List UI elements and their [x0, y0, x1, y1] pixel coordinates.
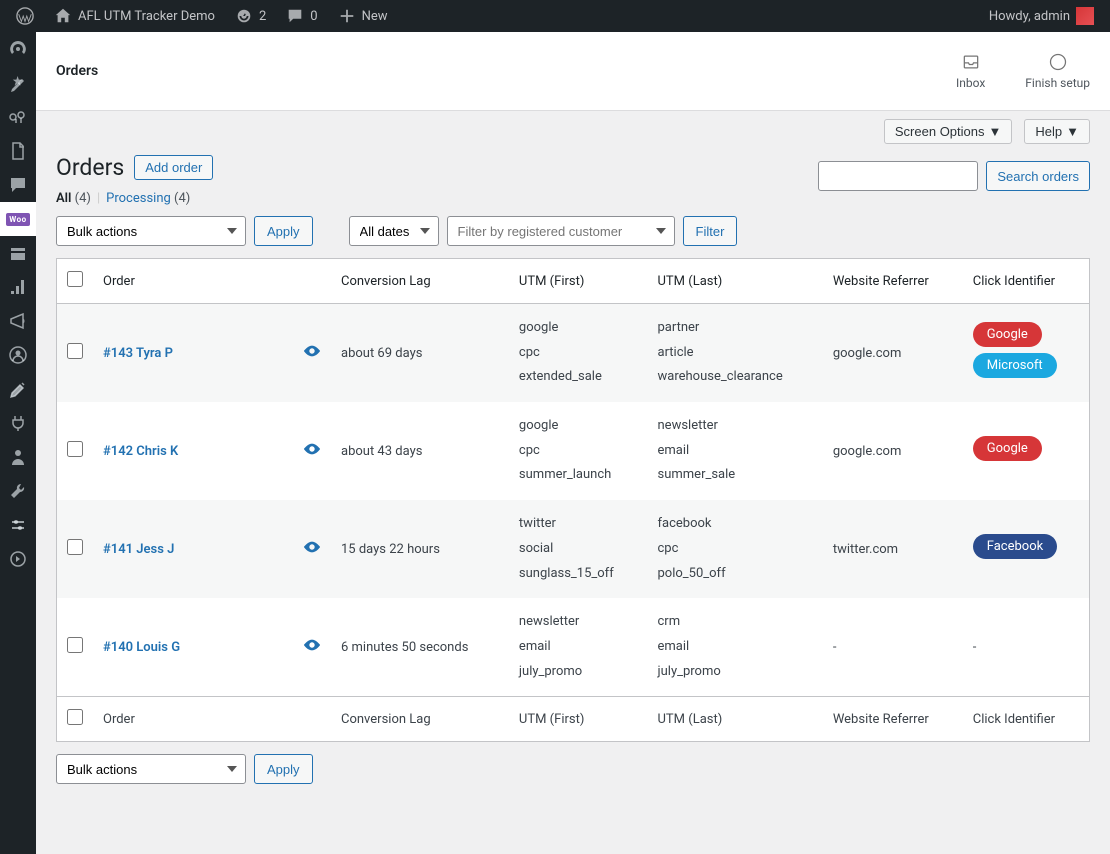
wp-logo[interactable] — [8, 0, 42, 32]
page-title: Orders — [56, 154, 124, 181]
table-row[interactable]: #141 Jess J 15 days 22 hours twittersoci… — [57, 500, 1090, 598]
finish-setup-button[interactable]: Finish setup — [1025, 52, 1090, 90]
table-row[interactable]: #143 Tyra P about 69 days googlecpcexten… — [57, 304, 1090, 403]
apply-button-top[interactable]: Apply — [254, 216, 313, 246]
filter-button[interactable]: Filter — [683, 216, 738, 246]
referrer-cell: - — [823, 598, 963, 697]
comments-link[interactable]: 0 — [278, 0, 325, 32]
page-title-small: Orders — [56, 63, 98, 79]
row-checkbox[interactable] — [67, 637, 83, 653]
utm-last-cell: crmemailjuly_promo — [648, 598, 823, 697]
menu-marketing[interactable] — [0, 304, 36, 338]
menu-products[interactable] — [0, 236, 36, 270]
add-order-button[interactable]: Add order — [134, 155, 213, 180]
col-order[interactable]: Order — [93, 259, 293, 304]
menu-tools[interactable] — [0, 474, 36, 508]
click-badge: Google — [973, 322, 1042, 347]
click-cell: Facebook — [963, 500, 1090, 598]
order-link[interactable]: #140 Louis G — [103, 640, 180, 655]
col-utm-last: UTM (Last) — [648, 259, 823, 304]
col-utm-first: UTM (First) — [509, 259, 648, 304]
dates-select[interactable]: All dates — [349, 216, 439, 246]
menu-users-circle[interactable] — [0, 338, 36, 372]
help-button[interactable]: Help ▼ — [1024, 119, 1090, 144]
howdy-link[interactable]: Howdy, admin — [981, 0, 1102, 32]
lag-cell: about 43 days — [331, 402, 509, 500]
woo-icon: Woo — [6, 213, 29, 226]
menu-appearance[interactable] — [0, 372, 36, 406]
referrer-cell: google.com — [823, 402, 963, 500]
status-filters: All (4) | Processing (4) — [56, 191, 1090, 206]
select-all-checkbox[interactable] — [67, 271, 83, 287]
preview-icon[interactable] — [303, 346, 321, 361]
apply-button-bottom[interactable]: Apply — [254, 754, 313, 784]
bulk-actions-select[interactable]: Bulk actions — [56, 216, 246, 246]
orders-table: Order Conversion Lag UTM (First) UTM (La… — [56, 258, 1090, 742]
order-link[interactable]: #142 Chris K — [103, 444, 178, 459]
menu-dashboard[interactable] — [0, 32, 36, 66]
col-click: Click Identifier — [963, 259, 1090, 304]
utm-last-cell: partnerarticlewarehouse_clearance — [648, 304, 823, 403]
utm-first-cell: newsletteremailjuly_promo — [509, 598, 648, 697]
referrer-cell: twitter.com — [823, 500, 963, 598]
order-link[interactable]: #141 Jess J — [103, 542, 174, 557]
menu-collapse[interactable] — [0, 542, 36, 576]
row-checkbox[interactable] — [67, 441, 83, 457]
row-checkbox[interactable] — [67, 343, 83, 359]
search-input[interactable] — [818, 161, 978, 191]
lag-cell: 15 days 22 hours — [331, 500, 509, 598]
click-cell: - — [963, 598, 1090, 697]
search-button[interactable]: Search orders — [986, 161, 1090, 191]
table-row[interactable]: #140 Louis G 6 minutes 50 seconds newsle… — [57, 598, 1090, 697]
click-cell: Google Microsoft — [963, 304, 1090, 403]
preview-icon[interactable] — [303, 640, 321, 655]
menu-settings[interactable] — [0, 508, 36, 542]
filter-processing[interactable]: Processing (4) — [106, 191, 190, 206]
filter-all[interactable]: All (4) — [56, 191, 91, 206]
lag-cell: 6 minutes 50 seconds — [331, 598, 509, 697]
row-checkbox[interactable] — [67, 539, 83, 555]
updates-link[interactable]: 2 — [227, 0, 274, 32]
lag-cell: about 69 days — [331, 304, 509, 403]
order-link[interactable]: #143 Tyra P — [103, 346, 173, 361]
select-all-checkbox-bottom[interactable] — [67, 709, 83, 725]
preview-icon[interactable] — [303, 542, 321, 557]
preview-icon[interactable] — [303, 444, 321, 459]
utm-first-cell: twittersocialsunglass_15_off — [509, 500, 648, 598]
utm-first-cell: googlecpcsummer_launch — [509, 402, 648, 500]
admin-sidebar: Woo — [0, 32, 36, 854]
bulk-actions-select-bottom[interactable]: Bulk actions — [56, 754, 246, 784]
table-row[interactable]: #142 Chris K about 43 days googlecpcsumm… — [57, 402, 1090, 500]
utm-first-cell: googlecpcextended_sale — [509, 304, 648, 403]
main-content: Orders Inbox Finish setup Screen Options… — [36, 32, 1110, 854]
customer-filter-select[interactable]: Filter by registered customer — [447, 216, 675, 246]
utm-last-cell: newsletteremailsummer_sale — [648, 402, 823, 500]
referrer-cell: google.com — [823, 304, 963, 403]
menu-pages[interactable] — [0, 134, 36, 168]
col-referrer: Website Referrer — [823, 259, 963, 304]
click-cell: Google — [963, 402, 1090, 500]
click-badge: Facebook — [973, 534, 1057, 559]
click-badge: Google — [973, 436, 1042, 461]
menu-plugins[interactable] — [0, 406, 36, 440]
menu-media[interactable] — [0, 100, 36, 134]
site-link[interactable]: AFL UTM Tracker Demo — [46, 0, 223, 32]
menu-users[interactable] — [0, 440, 36, 474]
wc-header: Orders Inbox Finish setup — [36, 32, 1110, 111]
utm-last-cell: facebookcpcpolo_50_off — [648, 500, 823, 598]
admin-bar: AFL UTM Tracker Demo 2 0 New Howdy, admi… — [0, 0, 1110, 32]
inbox-button[interactable]: Inbox — [956, 52, 985, 90]
finish-setup-icon — [1048, 52, 1068, 72]
click-badge: Microsoft — [973, 353, 1057, 378]
screen-options-button[interactable]: Screen Options ▼ — [884, 119, 1012, 144]
inbox-icon — [961, 52, 981, 72]
new-link[interactable]: New — [330, 0, 396, 32]
menu-comments[interactable] — [0, 168, 36, 202]
col-lag: Conversion Lag — [331, 259, 509, 304]
avatar — [1076, 7, 1094, 25]
menu-posts[interactable] — [0, 66, 36, 100]
menu-woocommerce[interactable]: Woo — [0, 202, 36, 236]
menu-analytics[interactable] — [0, 270, 36, 304]
